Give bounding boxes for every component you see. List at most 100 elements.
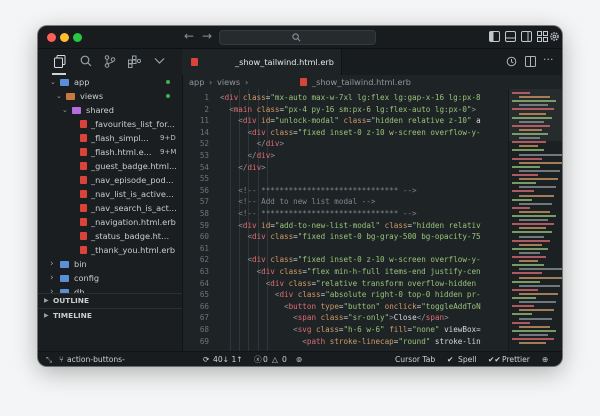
error-count[interactable]: 0 — [263, 352, 268, 366]
code-line[interactable]: 54 </div> — [183, 162, 508, 173]
erb-file-icon — [80, 162, 87, 170]
activity-bar — [38, 49, 182, 75]
tree-item-label: _favourites_list_for... — [91, 119, 175, 129]
chevron-down-icon[interactable]: ⌄ — [50, 75, 56, 89]
editor-tab-bar: _show_tailwind.html.erb ··· — [183, 49, 562, 76]
breadcrumb-item[interactable]: _show_tailwind.html.erb — [312, 75, 411, 89]
minimap[interactable] — [508, 89, 562, 351]
bell-icon[interactable]: ⊚ — [296, 352, 302, 366]
tree-file[interactable]: _nav_list_is_active... — [38, 187, 182, 201]
tab-label: _show_tailwind.html.erb — [235, 57, 334, 67]
tree-file[interactable]: _nav_search_is_act... — [38, 201, 182, 215]
code-line[interactable]: 2 <main class="px-4 py-16 sm:px-6 lg:fle… — [183, 104, 508, 115]
search-icon[interactable] — [80, 55, 92, 67]
code-line[interactable]: 56 <!-- ****************************** -… — [183, 185, 508, 196]
breadcrumb-item[interactable]: views — [217, 75, 240, 89]
tree-file[interactable]: _thank_you.html.erb — [38, 243, 182, 257]
code-line[interactable]: 60 <div class="fixed inset-0 bg-gray-500… — [183, 231, 508, 242]
breadcrumb-item[interactable]: app — [189, 75, 204, 89]
erb-file-icon — [300, 78, 307, 86]
minimap-line — [512, 288, 538, 291]
tree-folder-views[interactable]: ⌄ views — [38, 89, 182, 103]
code-text: </div> — [247, 151, 275, 160]
folder-icon — [66, 93, 75, 100]
chevron-right-icon[interactable]: › — [50, 257, 54, 271]
tree-file[interactable]: _flash.html.e... 9+M — [38, 145, 182, 159]
tree-folder-db[interactable]: › db — [38, 285, 182, 293]
code-line[interactable]: 63 <div class="flex min-h-full items-end… — [183, 266, 508, 277]
settings-icon[interactable] — [549, 31, 560, 42]
code-line[interactable]: 64 <div class="relative transform overfl… — [183, 278, 508, 289]
line-number: 14 — [199, 127, 209, 137]
source-control-icon[interactable] — [104, 55, 116, 68]
line-number: 54 — [199, 162, 209, 172]
code-line[interactable]: 55 — [183, 173, 508, 184]
code-text: <svg class="h-6 w-6" fill="none" viewBox… — [293, 325, 481, 334]
cursor-tab-status[interactable]: Cursor Tab — [395, 352, 435, 366]
code-line[interactable]: 58 <!-- ****************************** -… — [183, 208, 508, 219]
chevron-down-icon[interactable]: ⌄ — [62, 103, 68, 117]
warning-count[interactable]: 0 — [282, 352, 287, 366]
spell-status[interactable]: Spell — [458, 352, 477, 366]
code-line[interactable]: 68 <svg class="h-6 w-6" fill="none" view… — [183, 324, 508, 335]
code-line[interactable]: 65 <div class="absolute right-0 top-0 hi… — [183, 289, 508, 300]
maximize-window-button[interactable] — [73, 33, 82, 42]
code-line[interactable]: 59 <div id="add-to-new-list-modal" class… — [183, 220, 508, 231]
code-line[interactable]: 62 <div class="fixed inset-0 z-10 w-scre… — [183, 254, 508, 265]
tree-file[interactable]: _navigation.html.erb — [38, 215, 182, 229]
code-line[interactable]: 66 <button type="button" onclick="toggle… — [183, 301, 508, 312]
tree-file[interactable]: _favourites_list_for... — [38, 117, 182, 131]
timeline-section[interactable]: ▶ TIMELINE — [38, 308, 182, 323]
notifications-icon[interactable]: ⊕ — [542, 352, 548, 366]
tree-folder-config[interactable]: › config — [38, 271, 182, 285]
more-actions-icon[interactable]: ··· — [543, 53, 554, 66]
explorer-sidebar: ⌄ app ⌄ views ⌄ shared _favourites_list_… — [38, 75, 183, 351]
split-editor-icon[interactable] — [525, 56, 536, 67]
chevron-right-icon[interactable]: › — [50, 285, 54, 293]
minimize-window-button[interactable] — [60, 33, 69, 42]
tab-show-tailwind[interactable]: _show_tailwind.html.erb — [183, 49, 342, 75]
close-window-button[interactable] — [47, 33, 56, 42]
extensions-icon[interactable] — [128, 55, 141, 68]
chevron-down-icon[interactable] — [154, 57, 165, 65]
tree-file[interactable]: _flash_simpl... 9+D — [38, 131, 182, 145]
tree-folder-bin[interactable]: › bin — [38, 257, 182, 271]
code-line[interactable]: 52 </div> — [183, 138, 508, 149]
code-line[interactable]: 67 <span class="sr-only">Close</span> — [183, 312, 508, 323]
code-line[interactable]: 53 </div> — [183, 150, 508, 161]
history-icon[interactable] — [506, 56, 517, 67]
code-line[interactable]: 57 <!-- Add to new list modal --> — [183, 196, 508, 207]
panel-toggle-icon[interactable] — [505, 31, 516, 42]
code-editor[interactable]: 1 <div class="mx-auto max-w-7xl lg:flex l… — [183, 89, 508, 351]
chevron-right-icon[interactable]: › — [50, 271, 54, 285]
layout-grid-icon[interactable] — [537, 31, 548, 42]
sync-status[interactable]: 40↓ 1↑ — [213, 352, 243, 366]
tree-file[interactable]: _nav_episode_pod... — [38, 173, 182, 187]
minimap-line — [512, 174, 538, 176]
minimap-line — [519, 284, 560, 287]
command-search-input[interactable] — [219, 30, 376, 45]
code-line[interactable]: 1 <div class="mx-auto max-w-7xl lg:flex l… — [183, 92, 508, 103]
line-number: 52 — [199, 139, 209, 149]
code-line[interactable]: 61 — [183, 243, 508, 254]
code-text: <button type="button" onclick="toggleAdd… — [284, 301, 481, 311]
outline-section[interactable]: ▶ OUTLINE — [38, 293, 182, 308]
tree-folder-app[interactable]: ⌄ app — [38, 75, 182, 89]
tree-file[interactable]: _status_badge.html... — [38, 229, 182, 243]
minimap-line — [519, 342, 546, 345]
code-line[interactable]: 11 <div id="unlock-modal" class="hidden … — [183, 115, 508, 126]
prettier-status[interactable]: Prettier — [502, 352, 530, 366]
code-text: <div class="fixed inset-0 bg-gray-500 bg… — [247, 232, 481, 242]
chevron-down-icon[interactable]: ⌄ — [56, 89, 62, 103]
code-line[interactable]: 69 <path stroke-linecap="round" stroke-l… — [183, 336, 508, 347]
tree-file[interactable]: _guest_badge.html... — [38, 159, 182, 173]
arrow-left-icon[interactable]: ← — [184, 29, 194, 43]
arrow-right-icon[interactable]: → — [202, 29, 212, 43]
code-line[interactable]: 14 <div class="fixed inset-0 z-10 w-scre… — [183, 127, 508, 138]
git-branch-label[interactable]: action-buttons- — [67, 352, 125, 366]
sidebar-toggle-icon[interactable] — [489, 31, 500, 42]
remote-icon[interactable]: ⤡ — [46, 352, 52, 366]
files-icon[interactable] — [54, 55, 66, 68]
secondary-sidebar-icon[interactable] — [521, 31, 532, 42]
tree-folder-shared[interactable]: ⌄ shared — [38, 103, 182, 117]
